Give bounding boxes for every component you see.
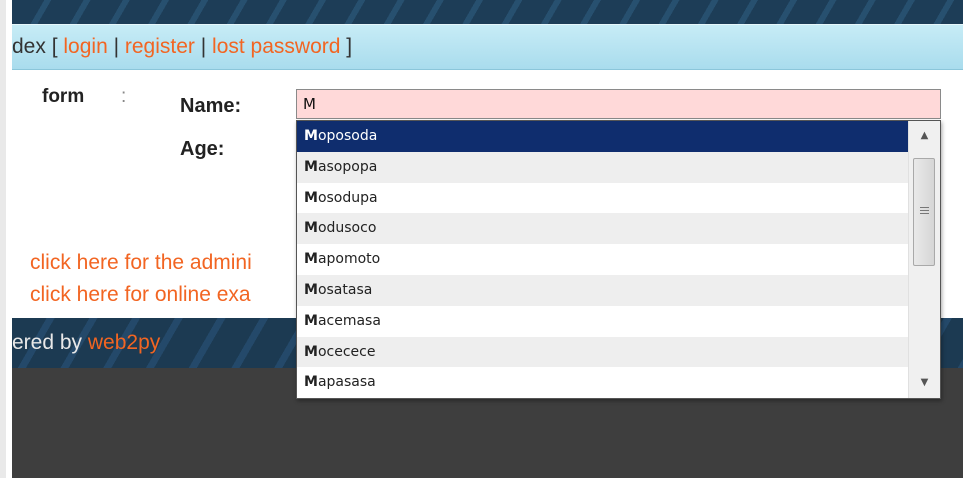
register-link[interactable]: register	[125, 35, 195, 58]
autocomplete-option[interactable]: Masopopa	[297, 151, 909, 183]
online-exam-link[interactable]: click here for online exa	[30, 283, 251, 307]
autocomplete-option[interactable]: Mapomoto	[297, 244, 909, 275]
autocomplete-option[interactable]: Macemasa	[297, 306, 909, 337]
option-match-text: M	[304, 312, 318, 329]
option-match-text: M	[304, 220, 318, 237]
auth-nav-bar: dex [ login | register | lost password ]	[12, 24, 963, 70]
autocomplete-option[interactable]: Mosatasa	[297, 274, 909, 306]
form-title: form	[42, 86, 85, 107]
name-label: Name:	[180, 95, 242, 117]
admin-link[interactable]: click here for the admini	[30, 251, 252, 275]
nav-suffix: ]	[340, 35, 353, 58]
scrollbar-thumb[interactable]	[913, 158, 935, 266]
powered-by: ered by web2py	[12, 318, 160, 368]
autocomplete-dropdown[interactable]: Moposoda Masopopa Mosodupa Modusoco Mapomoto…	[296, 120, 941, 399]
header-band	[12, 0, 963, 24]
lost-password-link[interactable]: lost password	[212, 35, 340, 58]
nav-separator: |	[194, 35, 213, 58]
nav-separator: |	[107, 35, 125, 58]
option-rest-text: osodupa	[317, 189, 378, 206]
powered-by-text: ered by	[12, 331, 88, 354]
login-link[interactable]: login	[63, 35, 107, 58]
option-match-text: M	[304, 189, 318, 206]
page-frame: dex [ login | register | lost password ]…	[0, 0, 963, 478]
option-match-text: M	[304, 251, 318, 268]
web2py-link[interactable]: web2py	[88, 331, 160, 354]
option-rest-text: acemasa	[317, 312, 381, 329]
option-match-text: M	[304, 281, 318, 298]
age-label: Age:	[180, 138, 225, 160]
autocomplete-option[interactable]: Moposoda	[297, 121, 909, 152]
scroll-up-arrow-icon[interactable]: ▲	[909, 121, 940, 151]
option-match-text: M	[304, 343, 318, 360]
option-rest-text: ocecece	[317, 343, 376, 360]
option-rest-text: apasasa	[317, 374, 376, 391]
option-rest-text: apomoto	[317, 251, 381, 268]
option-match-text: M	[304, 128, 318, 144]
option-rest-text: osatasa	[317, 281, 373, 298]
option-rest-text: oposoda	[317, 128, 378, 144]
option-rest-text: odusoco	[317, 220, 377, 237]
dropdown-scrollbar[interactable]: ▲ ▼	[908, 121, 940, 398]
autocomplete-option[interactable]: Mocecece	[297, 336, 909, 368]
option-rest-text: asopopa	[317, 158, 378, 175]
name-input[interactable]: M	[296, 89, 941, 119]
autocomplete-list: Moposoda Masopopa Mosodupa Modusoco Mapomoto…	[297, 121, 909, 398]
nav-prefix: dex [	[12, 35, 64, 58]
autocomplete-option[interactable]: Modusoco	[297, 213, 909, 245]
autocomplete-option[interactable]: Mosodupa	[297, 183, 909, 214]
scroll-down-arrow-icon[interactable]: ▼	[909, 368, 940, 398]
option-match-text: M	[304, 374, 318, 391]
form-colon: :	[121, 86, 127, 107]
scrollbar-grip-icon	[920, 207, 929, 216]
autocomplete-option[interactable]: Mapasasa	[297, 367, 909, 398]
option-match-text: M	[304, 158, 318, 175]
auth-nav: dex [ login | register | lost password ]	[12, 25, 352, 69]
